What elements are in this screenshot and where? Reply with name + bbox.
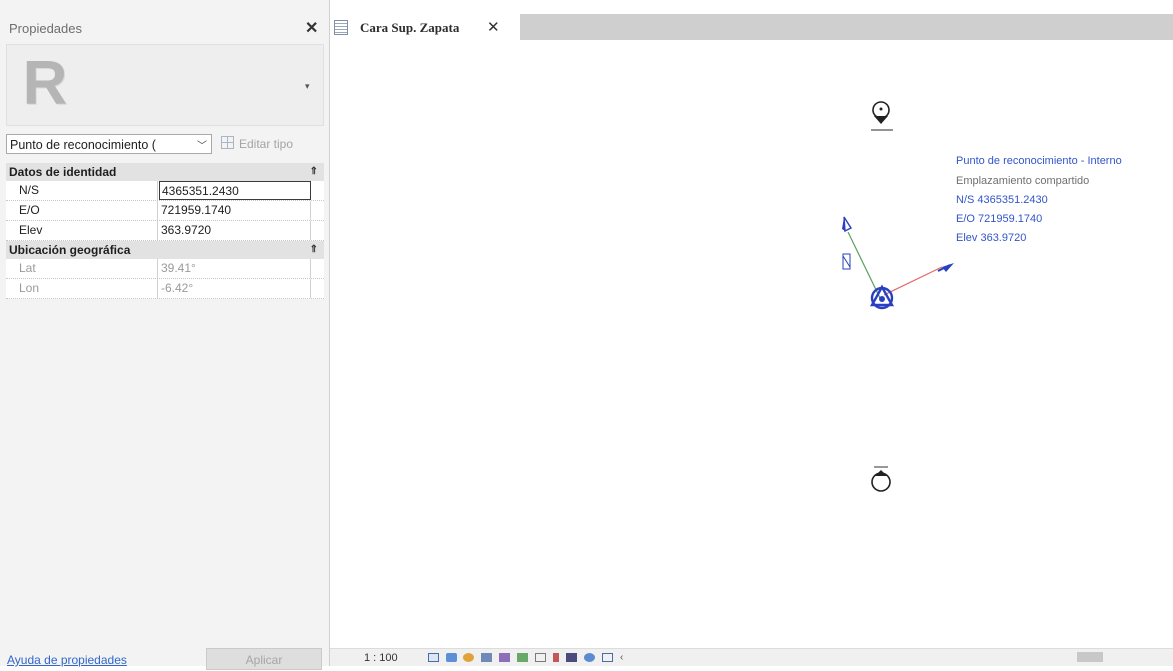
type-selector-value: Punto de reconocimiento ( — [10, 138, 156, 152]
shadows-icon[interactable] — [481, 653, 492, 662]
survey-point-ns[interactable]: N/S 4365351.2430 — [956, 194, 1048, 206]
collapse-icon[interactable]: ⇑ — [310, 163, 318, 181]
show-crop-icon[interactable] — [535, 653, 546, 662]
property-name: N/S — [6, 181, 158, 200]
property-value-input[interactable]: 721959.1740 — [159, 201, 311, 220]
group-title: Ubicación geográfica — [9, 243, 131, 257]
collapse-icon[interactable]: ⇑ — [310, 241, 318, 259]
property-value: 39.41° — [159, 259, 311, 278]
crop-view-icon[interactable] — [517, 653, 528, 662]
temporary-hide-icon[interactable] — [566, 653, 577, 662]
property-name: Lon — [6, 279, 158, 298]
property-value-input[interactable]: 363.9720 — [159, 221, 311, 240]
property-value: -6.42° — [159, 279, 311, 298]
visual-style-icon[interactable] — [446, 653, 457, 662]
type-preview[interactable]: R ▾ — [6, 44, 324, 126]
survey-point-icon[interactable] — [869, 284, 895, 310]
property-name: Elev — [6, 221, 158, 240]
survey-point-elev[interactable]: Elev 363.9720 — [956, 232, 1026, 244]
drawing-canvas[interactable]: Punto de reconocimiento - Interno Emplaz… — [330, 40, 1173, 648]
analytical-model-icon[interactable] — [602, 653, 613, 662]
property-name: Lat — [6, 259, 158, 278]
edit-type-icon — [221, 136, 234, 149]
chevron-down-icon[interactable]: ▾ — [305, 81, 310, 92]
canvas-graphics — [842, 101, 954, 492]
detail-level-icon[interactable] — [428, 653, 439, 662]
group-header-identity[interactable]: Datos de identidad ⇑ — [6, 163, 324, 181]
close-icon[interactable]: ✕ — [487, 18, 500, 36]
property-value-input[interactable]: 4365351.2430 — [159, 181, 311, 200]
properties-help-link[interactable]: Ayuda de propiedades — [7, 653, 127, 667]
group-header-geolocation[interactable]: Ubicación geográfica ⇑ — [6, 241, 324, 259]
view-control-bar: 1 : 100 ‹ — [330, 648, 1173, 666]
type-selector[interactable]: Punto de reconocimiento ( ﹀ — [6, 134, 212, 154]
properties-grid: Datos de identidad ⇑ N/S 4365351.2430 E/… — [6, 163, 324, 299]
property-name: E/O — [6, 201, 158, 220]
north-label-icon — [842, 253, 851, 270]
tab-cara-sup-zapata[interactable]: Cara Sup. Zapata ✕ — [330, 14, 520, 40]
reveal-hidden-icon[interactable] — [584, 653, 595, 662]
edit-type-button[interactable]: Editar tipo — [221, 136, 293, 151]
properties-title: Propiedades — [9, 21, 82, 36]
sun-path-icon[interactable] — [463, 653, 474, 662]
horizontal-scrollbar[interactable] — [1077, 652, 1103, 662]
apply-button[interactable]: Aplicar — [206, 648, 322, 670]
property-row-eo[interactable]: E/O 721959.1740 — [6, 201, 324, 221]
survey-point-subtitle: Emplazamiento compartido — [956, 175, 1090, 187]
survey-point-title: Punto de reconocimiento - Interno — [956, 155, 1122, 167]
survey-point-eo[interactable]: E/O 721959.1740 — [956, 213, 1042, 225]
chevron-left-icon[interactable]: ‹ — [620, 653, 626, 663]
group-title: Datos de identidad — [9, 165, 117, 179]
property-row-ns[interactable]: N/S 4365351.2430 — [6, 181, 324, 201]
north-axis-line — [847, 231, 881, 299]
lock-icon[interactable] — [553, 653, 559, 662]
view-scale[interactable]: 1 : 100 — [364, 652, 398, 664]
close-icon[interactable]: ✕ — [305, 18, 318, 38]
view-tab-bar: Cara Sup. Zapata ✕ — [330, 14, 1173, 40]
north-arrow-icon[interactable] — [842, 216, 853, 233]
edit-type-label: Editar tipo — [239, 137, 294, 151]
elevation-marker-icon[interactable] — [871, 101, 893, 131]
east-axis-line — [883, 266, 943, 296]
revit-logo: R — [22, 49, 68, 118]
render-icon[interactable] — [499, 653, 510, 662]
property-row-elev[interactable]: Elev 363.9720 — [6, 221, 324, 241]
view-tab-label: Cara Sup. Zapata — [360, 20, 460, 35]
section-marker-icon[interactable] — [871, 466, 891, 492]
property-row-lon: Lon -6.42° — [6, 279, 324, 299]
property-row-lat: Lat 39.41° — [6, 259, 324, 279]
floor-plan-view-icon — [334, 20, 348, 35]
properties-panel: Propiedades ✕ R ▾ Punto de reconocimient… — [0, 0, 330, 670]
chevron-down-icon[interactable]: ﹀ — [197, 137, 207, 152]
